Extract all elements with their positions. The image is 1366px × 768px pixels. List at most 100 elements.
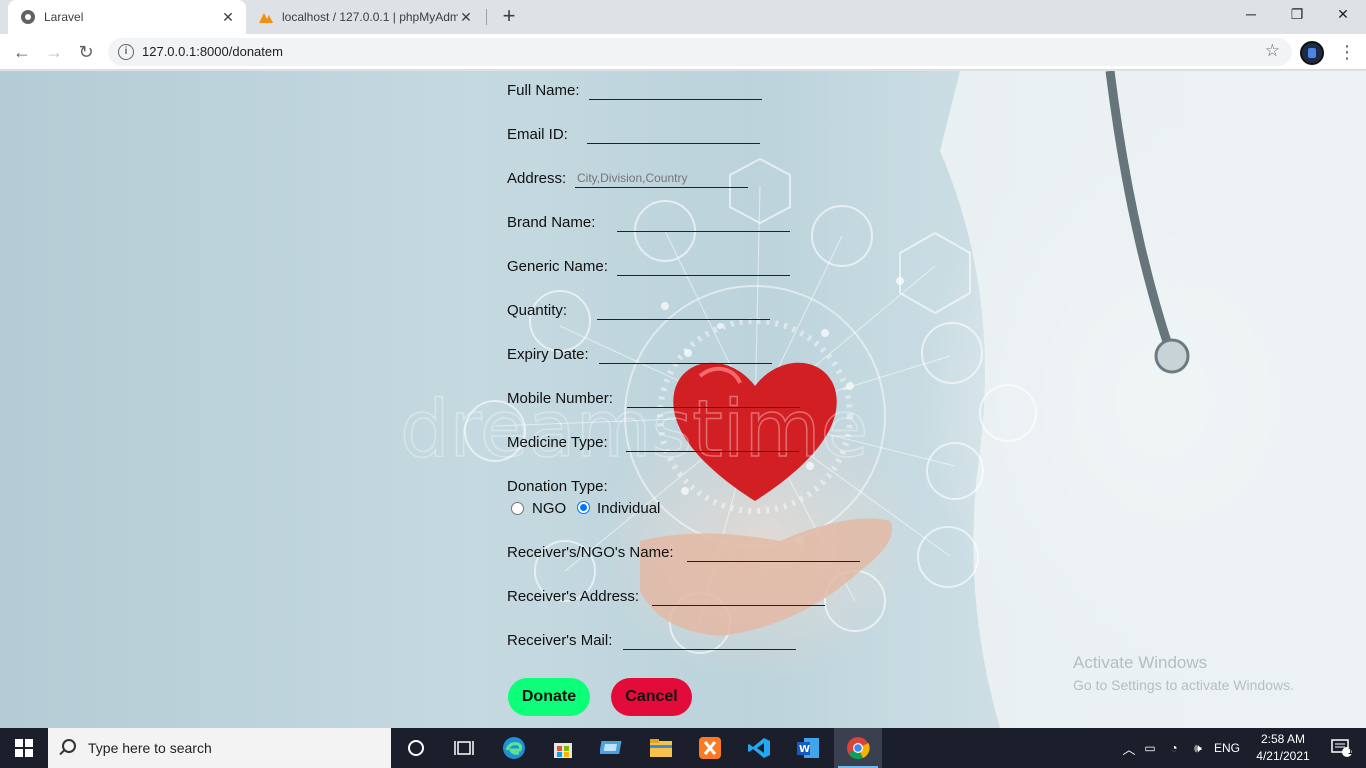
- receiver-mail-label: Receiver's Mail:: [507, 632, 613, 649]
- receiver-name-input[interactable]: [687, 542, 860, 562]
- task-view-icon: [454, 741, 474, 755]
- expiry-date-label: Expiry Date:: [507, 346, 589, 363]
- individual-radio[interactable]: [577, 501, 590, 514]
- cortana-circle-icon: [408, 740, 424, 756]
- quantity-label: Quantity:: [507, 302, 568, 319]
- medicine-type-input[interactable]: [626, 432, 799, 452]
- cortana-button[interactable]: [392, 728, 440, 768]
- mobile-number-label: Mobile Number:: [507, 390, 613, 407]
- expiry-date-input[interactable]: [599, 344, 772, 364]
- ngo-radio[interactable]: [511, 502, 524, 515]
- mobile-number-row: Mobile Number:: [507, 390, 613, 407]
- activate-windows-title: Activate Windows: [1073, 653, 1208, 672]
- receiver-name-label: Receiver's/NGO's Name:: [507, 544, 674, 561]
- notification-center-button[interactable]: 1: [1318, 728, 1366, 768]
- expiry-date-row: Expiry Date:: [507, 346, 589, 363]
- search-placeholder[interactable]: Type here to search: [88, 740, 212, 756]
- brand-name-input[interactable]: [617, 212, 790, 232]
- generic-name-input[interactable]: [617, 256, 790, 276]
- generic-name-label: Generic Name:: [507, 258, 608, 275]
- remote-desktop-icon: [600, 741, 622, 754]
- quantity-input[interactable]: [597, 300, 770, 320]
- receiver-address-row: Receiver's Address:: [507, 588, 639, 605]
- cancel-button[interactable]: Cancel: [611, 678, 692, 716]
- tab-close-icon[interactable]: ✕: [220, 9, 236, 26]
- word-icon: W: [797, 738, 819, 758]
- minimize-button[interactable]: ─: [1228, 0, 1274, 30]
- vscode-button[interactable]: [735, 728, 783, 768]
- brand-name-row: Brand Name:: [507, 214, 595, 231]
- page-content: dreamstime Full Name: Email ID: Address:…: [0, 71, 1366, 728]
- activate-windows-subtitle: Go to Settings to activate Windows.: [1073, 677, 1294, 693]
- battery-icon[interactable]: ▭: [1138, 741, 1162, 755]
- laravel-favicon-icon: [21, 10, 35, 24]
- receiver-address-input[interactable]: [652, 586, 825, 606]
- quantity-row: Quantity:: [507, 302, 567, 319]
- full-name-row: Full Name:: [507, 82, 580, 99]
- address-label: Address:: [507, 170, 567, 187]
- new-tab-button[interactable]: +: [498, 5, 520, 29]
- system-tray: ︿ ▭ ◔ 🕪 ENG: [1120, 728, 1244, 768]
- language-indicator[interactable]: ENG: [1210, 741, 1244, 755]
- tab-laravel[interactable]: Laravel ✕: [8, 0, 246, 34]
- individual-radio-label[interactable]: Individual: [597, 500, 660, 517]
- edge-button[interactable]: [490, 728, 538, 768]
- wifi-icon[interactable]: ◔: [1162, 741, 1186, 755]
- clock[interactable]: 2:58 AM 4/21/2021: [1250, 731, 1316, 765]
- site-info-icon[interactable]: i: [118, 44, 134, 60]
- donation-type-row: Donation Type:: [507, 478, 608, 495]
- store-button[interactable]: [539, 728, 587, 768]
- email-input[interactable]: [587, 124, 760, 144]
- close-window-button[interactable]: ✕: [1320, 0, 1366, 30]
- email-row: Email ID:: [507, 126, 568, 143]
- donate-button[interactable]: Donate: [508, 678, 590, 716]
- clock-time: 2:58 AM: [1260, 732, 1306, 746]
- xampp-icon: [699, 737, 721, 759]
- store-bag-icon: [554, 743, 572, 758]
- browser-menu-icon[interactable]: ⋮: [1338, 40, 1356, 64]
- windows-taskbar: Type here to search W ︿ ▭ ◔ 🕪 ENG 2:58 A…: [0, 728, 1366, 768]
- tab-strip: Laravel ✕ localhost / 127.0.0.1 | phpMyA…: [0, 0, 1366, 34]
- profile-avatar[interactable]: [1300, 41, 1324, 65]
- address-input[interactable]: [575, 168, 748, 188]
- tab-title: Laravel: [44, 10, 84, 24]
- word-button[interactable]: W: [784, 728, 832, 768]
- receiver-mail-input[interactable]: [623, 630, 796, 650]
- back-button[interactable]: ←: [8, 38, 36, 66]
- folder-icon: [650, 739, 672, 757]
- mobile-number-input[interactable]: [627, 388, 800, 408]
- address-bar[interactable]: i 127.0.0.1:8000/donatem ☆: [108, 38, 1292, 66]
- file-explorer-button[interactable]: [637, 728, 685, 768]
- receiver-address-label: Receiver's Address:: [507, 588, 640, 605]
- task-view-button[interactable]: [440, 728, 488, 768]
- chevron-up-icon[interactable]: ︿: [1120, 739, 1138, 758]
- taskbar-search[interactable]: Type here to search: [48, 728, 391, 768]
- receiver-mail-row: Receiver's Mail:: [507, 632, 612, 649]
- notification-count: 1: [1348, 746, 1354, 756]
- bookmark-star-icon[interactable]: ☆: [1265, 41, 1280, 61]
- full-name-label: Full Name:: [507, 82, 580, 99]
- volume-icon[interactable]: 🕪: [1186, 741, 1210, 756]
- medicine-type-row: Medicine Type:: [507, 434, 608, 451]
- tab-close-icon[interactable]: ✕: [458, 9, 474, 26]
- remote-desktop-button[interactable]: [588, 728, 636, 768]
- tab-title: localhost / 127.0.0.1 | phpMyAdmin: [282, 10, 458, 24]
- ngo-radio-label[interactable]: NGO: [532, 500, 566, 517]
- forward-button[interactable]: →: [40, 38, 68, 66]
- phpmyadmin-favicon-icon: [259, 13, 273, 23]
- url-text[interactable]: 127.0.0.1:8000/donatem: [142, 44, 283, 59]
- clock-date: 4/21/2021: [1256, 749, 1310, 763]
- start-button[interactable]: [0, 728, 48, 768]
- reload-button[interactable]: ↻: [72, 38, 100, 66]
- tab-phpmyadmin[interactable]: localhost / 127.0.0.1 | phpMyAdmin ✕: [248, 0, 484, 34]
- address-row: Address:: [507, 170, 566, 187]
- chrome-button[interactable]: [834, 728, 882, 768]
- generic-name-row: Generic Name:: [507, 258, 608, 275]
- receiver-name-row: Receiver's/NGO's Name:: [507, 544, 674, 561]
- medicine-type-label: Medicine Type:: [507, 434, 608, 451]
- svg-text:W: W: [799, 744, 810, 755]
- full-name-input[interactable]: [589, 80, 762, 100]
- restore-button[interactable]: ❐: [1274, 0, 1320, 30]
- xampp-button[interactable]: [686, 728, 734, 768]
- tab-separator: [486, 9, 487, 25]
